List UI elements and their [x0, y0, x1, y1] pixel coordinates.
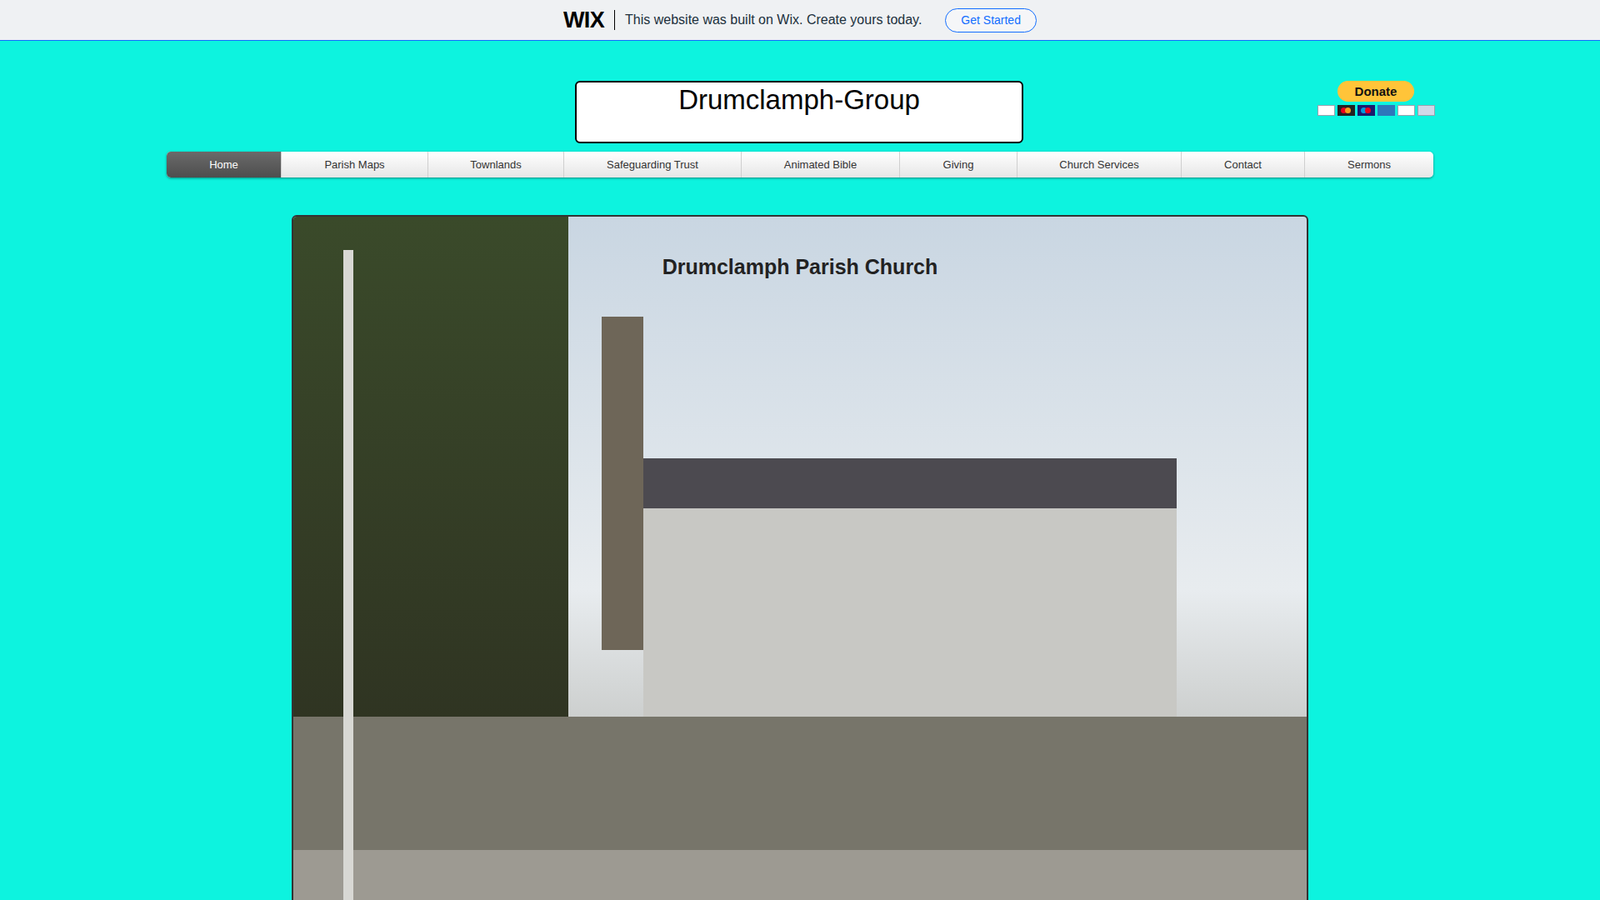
nav-item[interactable]: Contact [1180, 151, 1305, 178]
nav-item[interactable]: Parish Maps [280, 151, 428, 178]
hero-title: Drumclamph Parish Church [662, 251, 939, 284]
wix-logo[interactable]: WIX [563, 9, 605, 32]
nav-item[interactable]: Giving [899, 151, 1017, 178]
separator [614, 10, 615, 30]
mastercard-icon [1337, 105, 1355, 116]
nav-item[interactable]: Animated Bible [740, 151, 900, 178]
donate-widget: Donate [1315, 80, 1437, 116]
card-icons [1317, 105, 1435, 116]
wix-banner: WIX This website was built on Wix. Creat… [0, 0, 1600, 41]
header: Drumclamph-Group Donate [0, 40, 1600, 152]
visa-icon [1317, 105, 1335, 116]
site-title: Drumclamph-Group [678, 82, 920, 142]
nav-item[interactable]: Safeguarding Trust [563, 151, 741, 178]
banner-message: This website was built on Wix. Create yo… [625, 10, 922, 30]
site-title-box: Drumclamph-Group [575, 80, 1024, 144]
hero-panel: Drumclamph Parish Church [291, 215, 1309, 900]
main-nav: HomeParish MapsTownlandsSafeguarding Tru… [166, 151, 1434, 178]
nav-item[interactable]: Church Services [1016, 151, 1181, 178]
nav-item[interactable]: Sermons [1304, 151, 1434, 178]
discover-icon [1397, 105, 1415, 116]
nav-item[interactable]: Home [166, 151, 281, 178]
church-photo [293, 216, 1307, 900]
nav-item[interactable]: Townlands [427, 151, 564, 178]
maestro-icon [1357, 105, 1375, 116]
get-started-button[interactable]: Get Started [945, 8, 1037, 33]
card-icon [1417, 105, 1435, 116]
amex-icon [1377, 105, 1395, 116]
donate-button[interactable]: Donate [1337, 80, 1415, 102]
